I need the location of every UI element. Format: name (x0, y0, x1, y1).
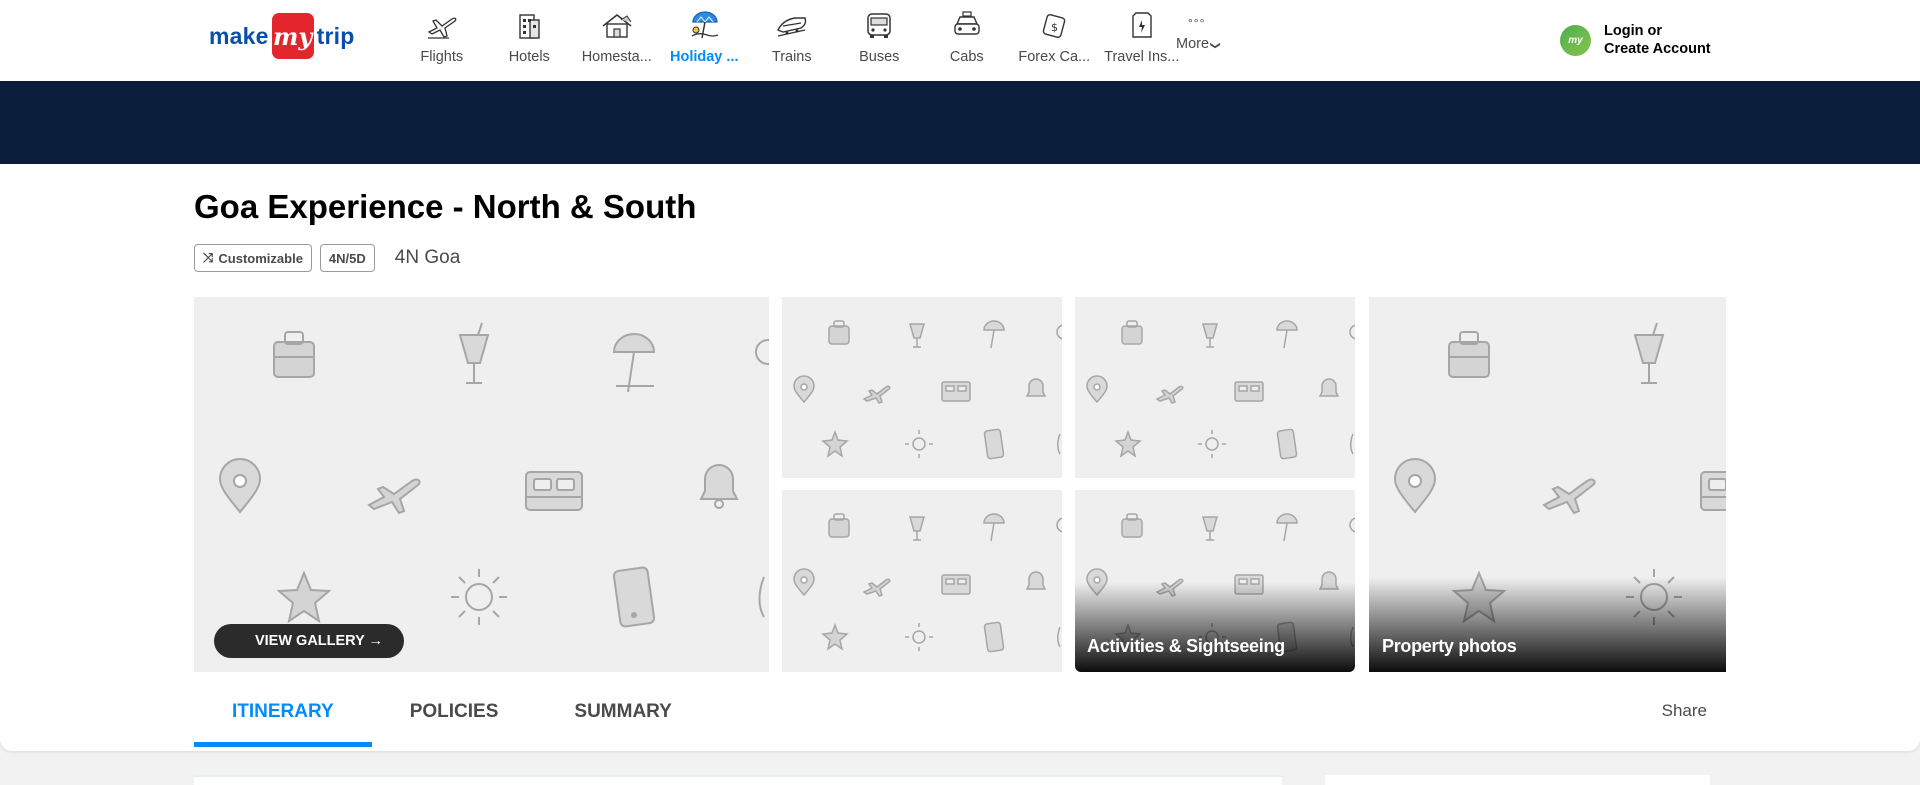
tab-itinerary[interactable]: ITINERARY (194, 684, 372, 747)
hero-banner (0, 81, 1920, 164)
property-photos-label: Property photos (1382, 636, 1517, 656)
page-title: Goa Experience - North & South (194, 188, 697, 225)
nav-item-holiday-packages[interactable]: Holiday ... (661, 8, 749, 65)
nav-label: Buses (859, 49, 900, 65)
nav-label: Homesta... (581, 49, 652, 65)
nav-label: Forex Ca... (1018, 49, 1091, 65)
chevron-down-icon: ❯ (1209, 41, 1221, 50)
more-label: More (1176, 36, 1210, 52)
nav-item-trains[interactable]: Trains (748, 8, 836, 65)
nav-item-cabs[interactable]: Cabs (923, 8, 1011, 65)
share-button[interactable]: Share (1662, 701, 1707, 721)
login-line: Login or (1604, 23, 1662, 39)
nav-label: Hotels (508, 49, 550, 65)
placeholder-pattern (219, 322, 769, 629)
tab-policies[interactable]: POLICIES (372, 684, 537, 739)
shuffle-icon: ⤨ (203, 250, 214, 265)
activities-label: Activities & Sightseeing (1087, 636, 1285, 656)
placeholder-pattern (1086, 320, 1355, 460)
nav-item-homestays[interactable]: Homesta... (573, 8, 661, 65)
badge-label: Customizable (218, 250, 303, 266)
top-header: make my trip Flights Hotels Homesta... H… (0, 0, 1920, 81)
more-label-wrap: More❯ (1176, 36, 1221, 52)
gallery-property-photos[interactable]: Property photos (1369, 297, 1726, 672)
placeholder-pattern (793, 320, 1062, 460)
gallery-thumb-1[interactable] (782, 297, 1062, 478)
more-menu[interactable]: °°° More❯ (1176, 16, 1221, 52)
gallery-main-image[interactable]: VIEW GALLERY → (194, 297, 769, 672)
more-dots-icon: °°° (1188, 16, 1206, 30)
nav-label: Flights (420, 49, 464, 65)
makemytrip-logo[interactable]: make my trip (209, 13, 355, 59)
placeholder-pattern (793, 513, 1062, 653)
create-account-line: Create Account (1604, 41, 1711, 57)
image-overlay (1369, 577, 1726, 672)
nav-item-buses[interactable]: Buses (836, 8, 924, 65)
package-tabs: ITINERARY POLICIES SUMMARY (194, 684, 710, 747)
package-card: Goa Experience - North & South ⤨ Customi… (0, 164, 1920, 751)
nav-item-flights[interactable]: Flights (398, 8, 486, 65)
nav-label: Cabs (949, 49, 984, 65)
avatar: my (1560, 24, 1591, 56)
gallery-activities-sightseeing[interactable]: Activities & Sightseeing (1075, 490, 1355, 672)
nav-item-hotels[interactable]: Hotels (486, 8, 574, 65)
logo-text-my: my (271, 13, 314, 59)
hotel-icon (519, 14, 540, 39)
bus-icon (867, 13, 891, 38)
nav-label: Trains (771, 49, 812, 65)
main-nav: Flights Hotels Homesta... Holiday ... Tr… (398, 8, 1186, 65)
gallery-thumb-2[interactable] (1075, 297, 1355, 478)
nav-item-travel-insurance[interactable]: Travel Ins... (1098, 8, 1186, 65)
homestay-icon (602, 14, 632, 38)
image-overlay (1075, 582, 1355, 672)
holiday-icon (691, 11, 719, 39)
forex-card-icon: $ (1042, 13, 1066, 39)
login-create-account[interactable]: my Login or Create Account (1560, 22, 1711, 58)
view-gallery-button[interactable]: VIEW GALLERY → (214, 624, 404, 658)
tab-summary[interactable]: SUMMARY (536, 684, 709, 739)
login-text: Login or Create Account (1604, 22, 1711, 58)
logo-text-trip: trip (316, 22, 355, 49)
train-icon (776, 17, 806, 37)
duration-badge: 4N/5D (319, 244, 375, 272)
cab-icon (954, 11, 980, 35)
customizable-badge: ⤨ Customizable (194, 244, 312, 272)
nav-item-forex-card[interactable]: $ Forex Ca... (1011, 8, 1099, 65)
itinerary-section-edge (194, 775, 1282, 785)
package-destination: 4N Goa (394, 247, 461, 268)
nav-label: Holiday ... (670, 49, 739, 65)
nav-label: Travel Ins... (1104, 49, 1180, 65)
logo-text-make: make (209, 22, 269, 49)
svg-text:$: $ (1051, 21, 1058, 34)
travel-insurance-icon (1132, 12, 1152, 38)
flight-icon (427, 17, 457, 39)
gallery-thumb-3[interactable] (782, 490, 1062, 672)
package-tags: ⤨ Customizable 4N/5D 4N Goa (194, 244, 460, 272)
sidebar-section-edge (1325, 775, 1710, 785)
